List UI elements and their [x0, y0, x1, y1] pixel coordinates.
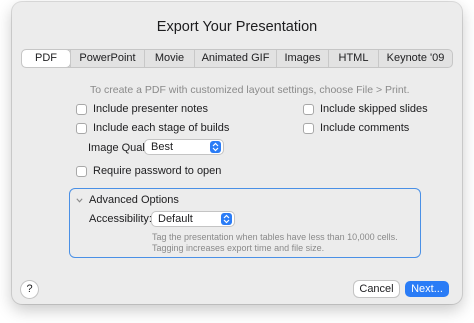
checkbox-box[interactable] [303, 103, 314, 115]
image-quality-value: Best [151, 141, 174, 153]
include-comments-checkbox[interactable]: Include comments [303, 122, 409, 134]
tab-html[interactable]: HTML [328, 50, 378, 67]
accessibility-popup[interactable]: Default [152, 212, 234, 226]
export-dialog: Export Your Presentation PDF PowerPoint … [12, 2, 462, 304]
popup-arrows-icon [210, 141, 221, 153]
checkbox-box[interactable] [76, 122, 87, 134]
next-button[interactable]: Next... [405, 281, 449, 297]
checkbox-label: Require password to open [93, 165, 222, 177]
dialog-title: Export Your Presentation [156, 19, 318, 35]
checkbox-label: Include presenter notes [93, 103, 208, 115]
include-skipped-slides-checkbox[interactable]: Include skipped slides [303, 103, 428, 115]
checkbox-label: Include skipped slides [320, 103, 428, 115]
image-quality-popup[interactable]: Best [145, 140, 223, 154]
tab-keynote-09[interactable]: Keynote '09 [378, 50, 452, 67]
checkbox-box[interactable] [303, 122, 314, 134]
checkbox-box[interactable] [76, 165, 87, 177]
require-password-checkbox[interactable]: Require password to open [76, 165, 221, 177]
advanced-options-disclosure[interactable]: Advanced Options [76, 194, 179, 206]
checkbox-box[interactable] [76, 103, 87, 115]
checkbox-label: Include comments [320, 122, 410, 134]
checkbox-label: Include each stage of builds [93, 122, 230, 134]
pdf-hint-text: To create a PDF with customized layout s… [90, 84, 410, 96]
advanced-options-label: Advanced Options [89, 194, 179, 206]
accessibility-label: Accessibility: [89, 213, 152, 225]
include-presenter-notes-checkbox[interactable]: Include presenter notes [76, 103, 208, 115]
cancel-button[interactable]: Cancel [354, 281, 399, 297]
tab-pdf[interactable]: PDF [22, 50, 70, 67]
chevron-down-icon[interactable] [76, 194, 83, 206]
tab-movie[interactable]: Movie [144, 50, 194, 67]
tab-powerpoint[interactable]: PowerPoint [70, 50, 144, 67]
tab-images[interactable]: Images [276, 50, 328, 67]
accessibility-value: Default [158, 213, 193, 225]
advanced-options-panel: Advanced Options Accessibility: Default … [69, 188, 421, 258]
format-tab-bar: PDF PowerPoint Movie Animated GIF Images… [21, 49, 453, 68]
tab-animated-gif[interactable]: Animated GIF [194, 50, 276, 67]
accessibility-hint-text: Tag the presentation when tables have le… [152, 232, 398, 253]
include-stage-builds-checkbox[interactable]: Include each stage of builds [76, 122, 229, 134]
help-button[interactable]: ? [21, 281, 38, 298]
popup-arrows-icon [221, 213, 232, 225]
